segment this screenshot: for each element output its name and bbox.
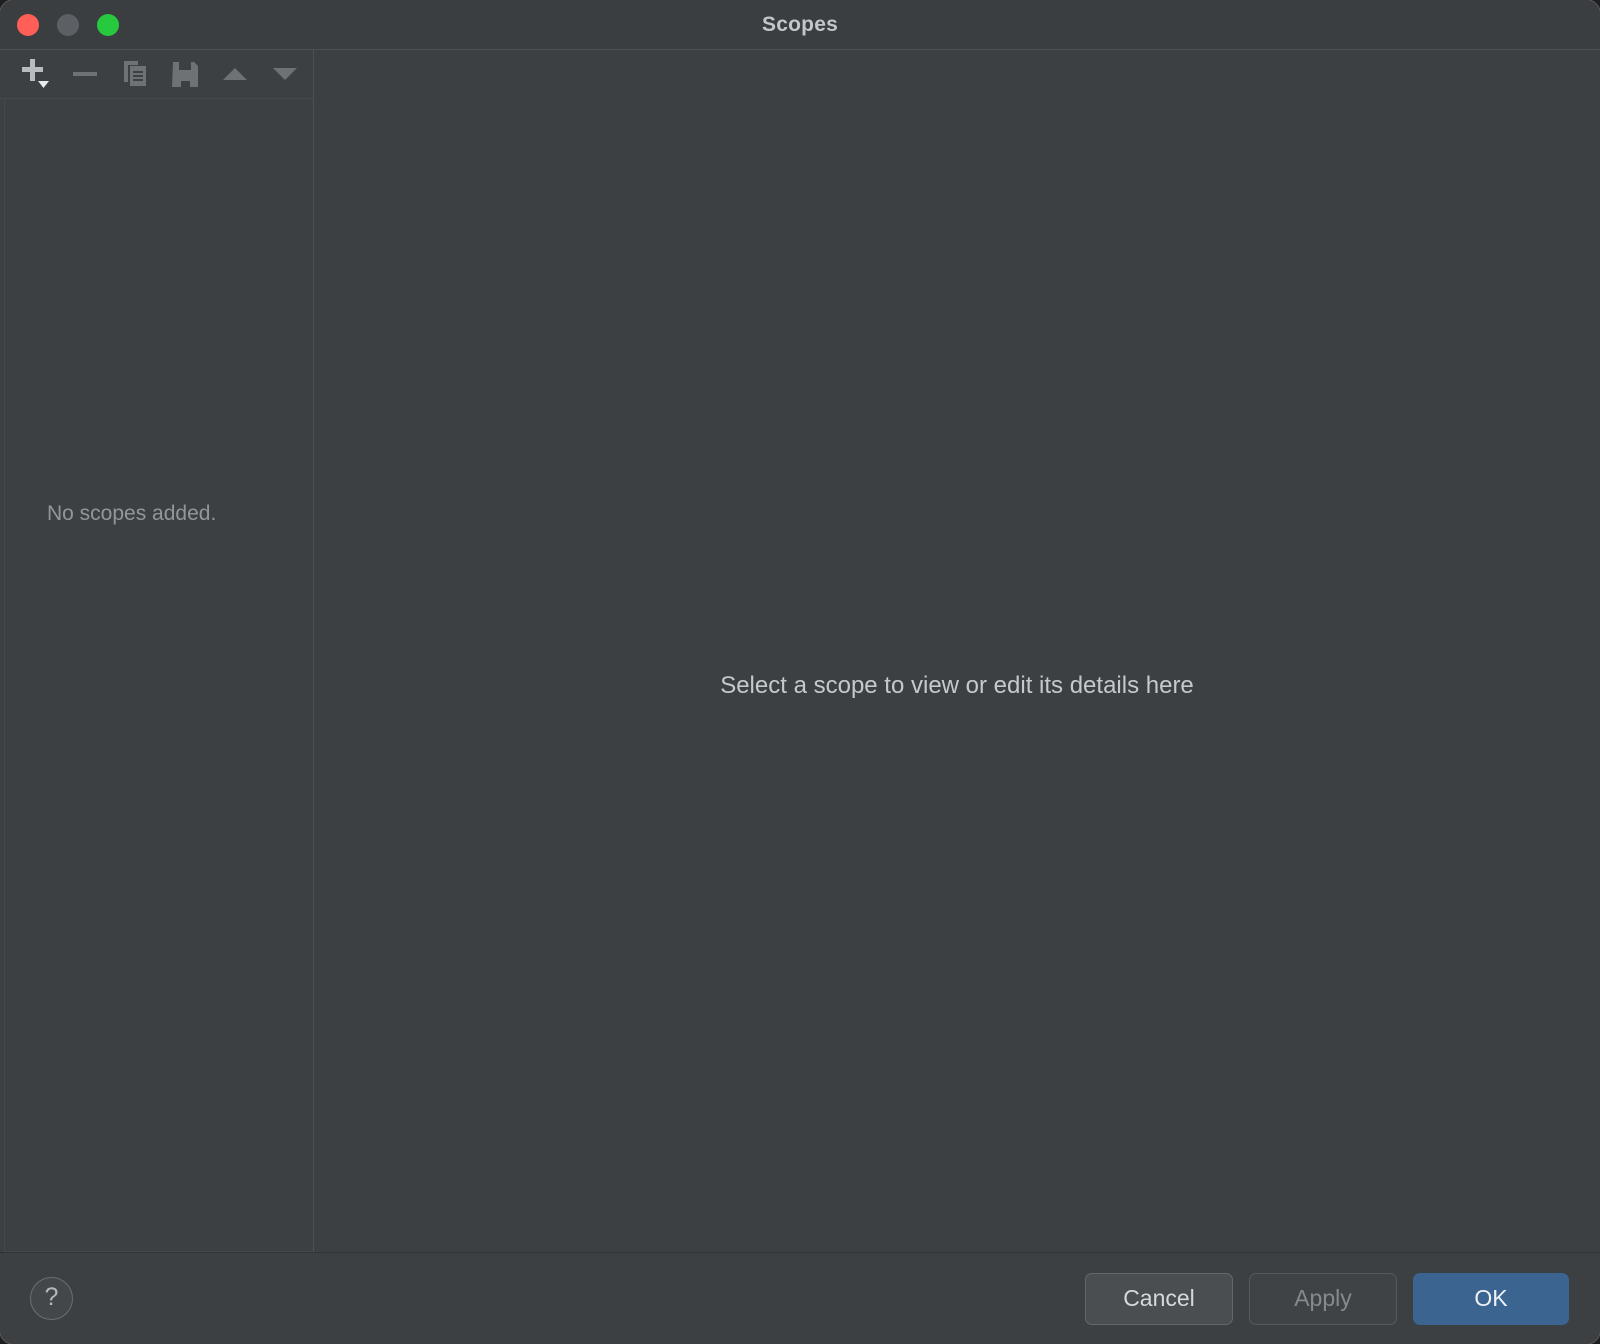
cancel-button[interactable]: Cancel xyxy=(1085,1272,1233,1325)
move-scope-up-button[interactable] xyxy=(210,51,260,97)
apply-button[interactable]: Apply xyxy=(1249,1272,1397,1325)
save-icon xyxy=(171,61,198,88)
scope-details-placeholder: Select a scope to view or edit its detai… xyxy=(720,672,1194,699)
footer-actions: Cancel Apply OK xyxy=(1085,1272,1569,1325)
dialog-body: No scopes added. Select a scope to view … xyxy=(0,50,1600,1252)
scopes-empty-message: No scopes added. xyxy=(47,502,217,525)
help-button[interactable]: ? xyxy=(30,1277,73,1320)
dialog-footer: ? Cancel Apply OK xyxy=(0,1252,1600,1344)
scopes-list[interactable]: No scopes added. xyxy=(4,99,313,1252)
remove-scope-button[interactable] xyxy=(60,51,110,97)
add-scope-button[interactable] xyxy=(10,51,60,97)
move-up-icon xyxy=(223,68,247,80)
window-titlebar: Scopes xyxy=(0,0,1600,50)
remove-icon xyxy=(73,72,97,76)
save-scope-button[interactable] xyxy=(160,51,210,97)
move-down-icon xyxy=(273,68,297,80)
scopes-left-pane: No scopes added. xyxy=(0,50,314,1252)
window-controls xyxy=(17,0,119,49)
minimize-window-icon[interactable] xyxy=(57,13,79,36)
ok-button[interactable]: OK xyxy=(1413,1272,1569,1325)
close-window-icon[interactable] xyxy=(17,13,39,36)
scope-details-pane: Select a scope to view or edit its detai… xyxy=(314,50,1600,1252)
scopes-dialog-window: Scopes No scopes added. Select a scope t… xyxy=(0,0,1600,1344)
move-scope-down-button[interactable] xyxy=(260,51,310,97)
maximize-window-icon[interactable] xyxy=(97,13,119,36)
scopes-toolbar xyxy=(0,50,313,99)
add-icon xyxy=(22,59,49,88)
copy-icon xyxy=(124,61,146,86)
duplicate-scope-button[interactable] xyxy=(110,51,160,97)
window-title: Scopes xyxy=(762,12,838,36)
